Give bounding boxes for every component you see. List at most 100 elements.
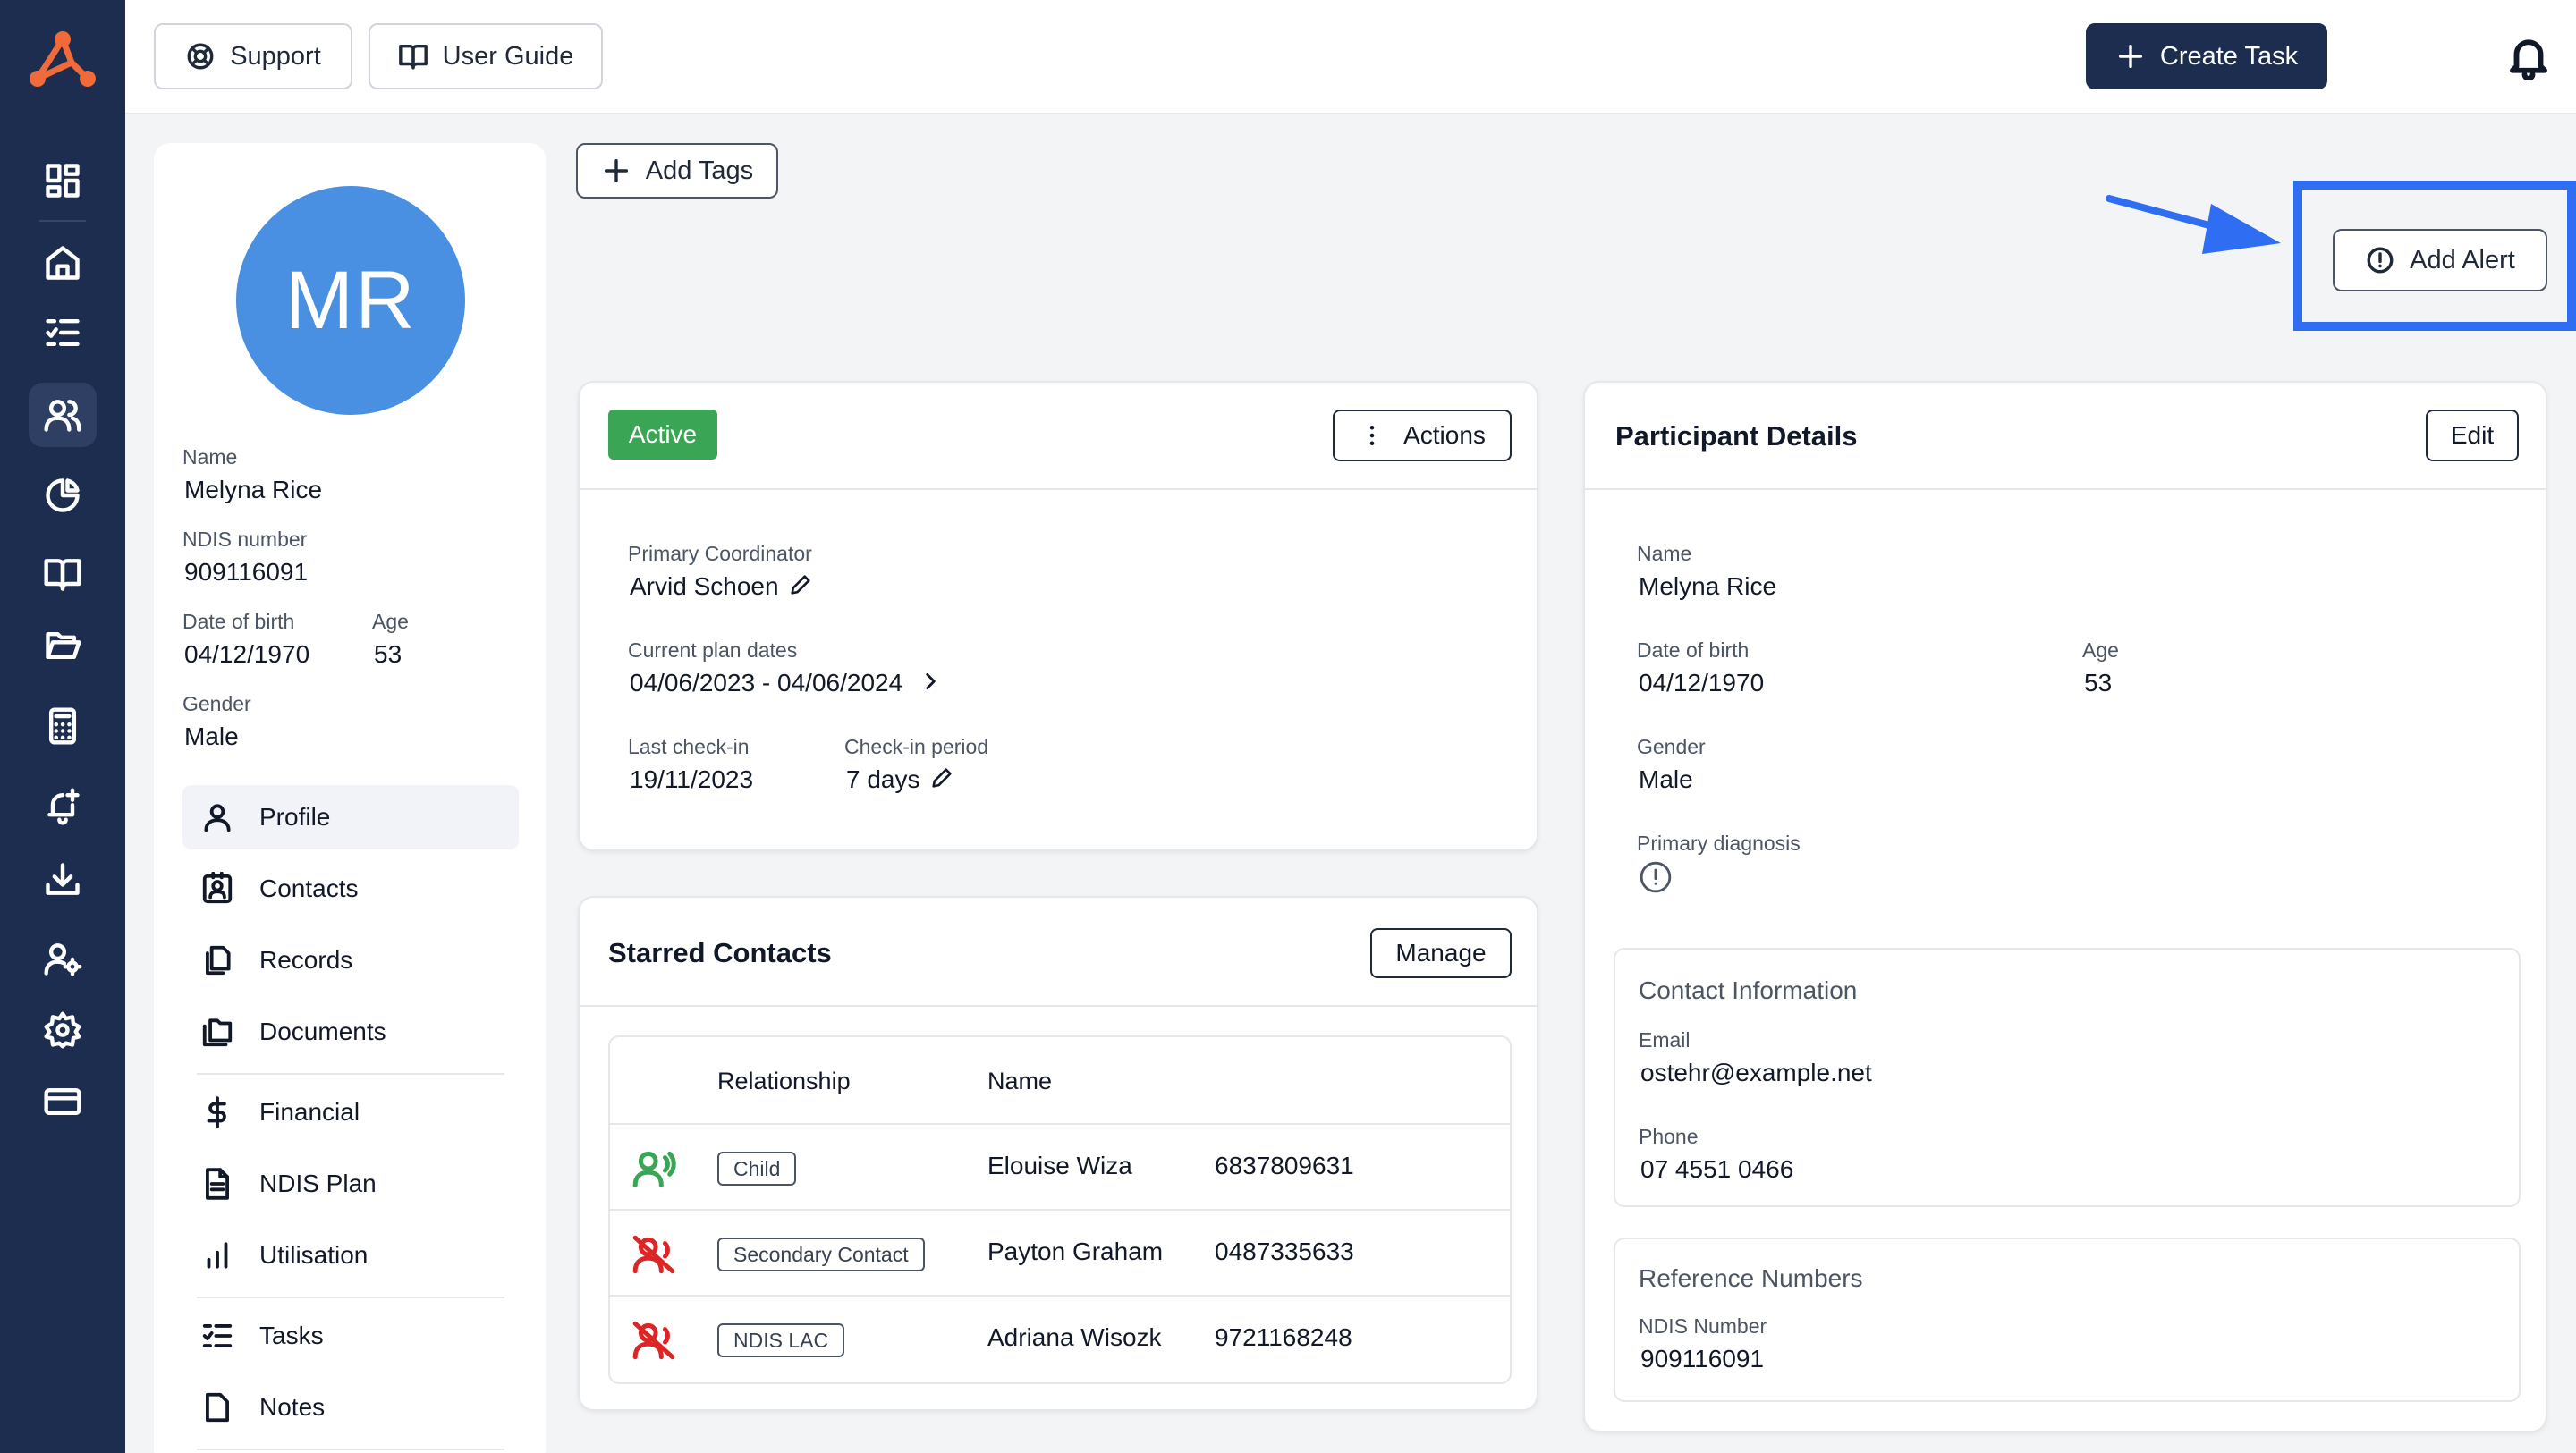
checkin-period-value: 7 days — [846, 765, 954, 794]
rail-settings[interactable] — [29, 998, 97, 1062]
user-cog-icon — [44, 943, 82, 976]
profile-sidebar-card: MR Name Melyna Rice NDIS number 90911609… — [154, 143, 546, 1453]
pencil-icon[interactable] — [929, 765, 954, 790]
pencil-icon[interactable] — [788, 572, 813, 597]
age-label: Age — [372, 610, 409, 633]
rail-downloads[interactable] — [29, 848, 97, 912]
dashboard-icon — [46, 164, 80, 198]
nav-label: Notes — [259, 1393, 326, 1421]
pie-chart-icon — [46, 478, 80, 512]
details-gender-label: Gender — [1637, 735, 1706, 758]
app-logo-icon[interactable] — [25, 27, 100, 91]
add-tags-label: Add Tags — [645, 156, 754, 185]
plus-icon — [2118, 44, 2142, 69]
participant-details-card: Participant Details Edit Name Melyna Ric… — [1583, 381, 2547, 1432]
edit-button[interactable]: Edit — [2426, 410, 2519, 461]
manage-button[interactable]: Manage — [1370, 928, 1512, 978]
actions-button[interactable]: Actions — [1333, 410, 1512, 461]
notifications-button[interactable] — [2504, 32, 2553, 81]
top-bar: Support User Guide Create Task AS — [125, 0, 2576, 114]
add-alert-button[interactable]: Add Alert — [2333, 229, 2547, 291]
rail-alerts[interactable] — [29, 774, 97, 839]
checkin-period-label: Check-in period — [844, 735, 989, 758]
download-icon — [46, 863, 80, 895]
gender-label: Gender — [182, 692, 251, 715]
details-age-value: 53 — [2084, 669, 2113, 697]
nav-ndis-plan[interactable]: NDIS Plan — [182, 1152, 519, 1216]
edit-label: Edit — [2450, 421, 2495, 449]
credit-card-icon — [44, 1087, 81, 1116]
coordinator-name: Arvid Schoen — [630, 572, 779, 600]
records-icon — [206, 945, 231, 976]
add-tags-button[interactable]: Add Tags — [576, 143, 778, 199]
nav-documents[interactable]: Documents — [182, 1000, 519, 1064]
contact-phone: 0487335633 — [1215, 1238, 1354, 1265]
last-checkin-label: Last check-in — [628, 735, 750, 758]
nav-label: Contacts — [259, 874, 359, 902]
relationship-tag: NDIS LAC — [717, 1323, 845, 1357]
plan-dates-text: 04/06/2023 - 04/06/2024 — [630, 669, 903, 697]
email-value[interactable]: ostehr@example.net — [1640, 1059, 1872, 1087]
contact-name: Adriana Wisozk — [987, 1323, 1162, 1351]
dob-label: Date of birth — [182, 610, 295, 633]
book-open-icon — [44, 559, 81, 591]
contact-phone: 9721168248 — [1215, 1323, 1352, 1351]
nav-tasks[interactable]: Tasks — [182, 1304, 519, 1368]
rail-dashboard[interactable] — [29, 148, 97, 213]
contact-name: Elouise Wiza — [987, 1152, 1132, 1179]
plan-dates-label: Current plan dates — [628, 638, 798, 662]
contact-card-icon — [202, 872, 233, 904]
nav-contacts[interactable]: Contacts — [182, 857, 519, 921]
details-gender-value: Male — [1639, 765, 1693, 793]
coordinator-label: Primary Coordinator — [628, 542, 812, 565]
user-guide-button[interactable]: User Guide — [369, 23, 603, 89]
rail-guide[interactable] — [29, 542, 97, 606]
rail-user-settings[interactable] — [29, 926, 97, 991]
support-button[interactable]: Support — [154, 23, 352, 89]
users-icon — [44, 400, 81, 432]
name-value: Melyna Rice — [184, 476, 323, 503]
table-row[interactable]: Secondary Contact Payton Graham 04873356… — [610, 1211, 1510, 1297]
checkin-period-text: 7 days — [846, 765, 920, 793]
ndis-value: 909116091 — [184, 558, 309, 586]
muted-user-icon — [631, 1232, 676, 1277]
plan-dates-value[interactable]: 04/06/2023 - 04/06/2024 — [630, 669, 942, 697]
phone-value[interactable]: 07 4551 0466 — [1640, 1155, 1793, 1184]
nav-financial[interactable]: Financial — [182, 1080, 519, 1145]
coordinator-value: Arvid Schoen — [630, 572, 813, 601]
reference-title: Reference Numbers — [1639, 1264, 1863, 1292]
bell-icon — [2510, 39, 2547, 81]
info-circle-icon[interactable] — [1639, 860, 1673, 894]
left-rail — [0, 0, 125, 1453]
nav-label: Records — [259, 946, 353, 974]
nav-utilisation[interactable]: Utilisation — [182, 1223, 519, 1288]
table-row[interactable]: Child Elouise Wiza 6837809631 — [610, 1125, 1510, 1211]
ref-ndis-value: 909116091 — [1640, 1345, 1765, 1373]
rail-calculator[interactable] — [29, 694, 97, 758]
create-task-button[interactable]: Create Task — [2086, 23, 2327, 89]
user-voice-icon — [631, 1146, 676, 1191]
dob-value: 04/12/1970 — [184, 640, 310, 668]
rail-reports[interactable] — [29, 463, 97, 528]
nav-notes[interactable]: Notes — [182, 1375, 519, 1440]
rail-tasks[interactable] — [29, 300, 97, 365]
manage-label: Manage — [1395, 939, 1487, 967]
nav-profile[interactable]: Profile — [182, 785, 519, 849]
annotation-arrow-icon — [2106, 195, 2281, 254]
calculator-icon — [48, 707, 77, 745]
rail-home[interactable] — [29, 231, 97, 295]
nav-records[interactable]: Records — [182, 928, 519, 993]
rail-folders[interactable] — [29, 613, 97, 678]
nav-label: NDIS Plan — [259, 1170, 377, 1197]
rail-participants[interactable] — [29, 383, 97, 447]
nav-label: Tasks — [259, 1322, 324, 1349]
nav-label: Documents — [259, 1018, 386, 1045]
user-icon — [204, 804, 231, 832]
age-value: 53 — [374, 640, 402, 668]
more-vertical-icon — [1369, 426, 1375, 445]
rail-billing[interactable] — [29, 1069, 97, 1134]
relationship-header: Relationship — [717, 1068, 851, 1094]
details-name-label: Name — [1637, 542, 1692, 565]
table-row[interactable]: NDIS LAC Adriana Wisozk 9721168248 — [610, 1297, 1510, 1382]
documents-icon — [202, 1018, 233, 1047]
